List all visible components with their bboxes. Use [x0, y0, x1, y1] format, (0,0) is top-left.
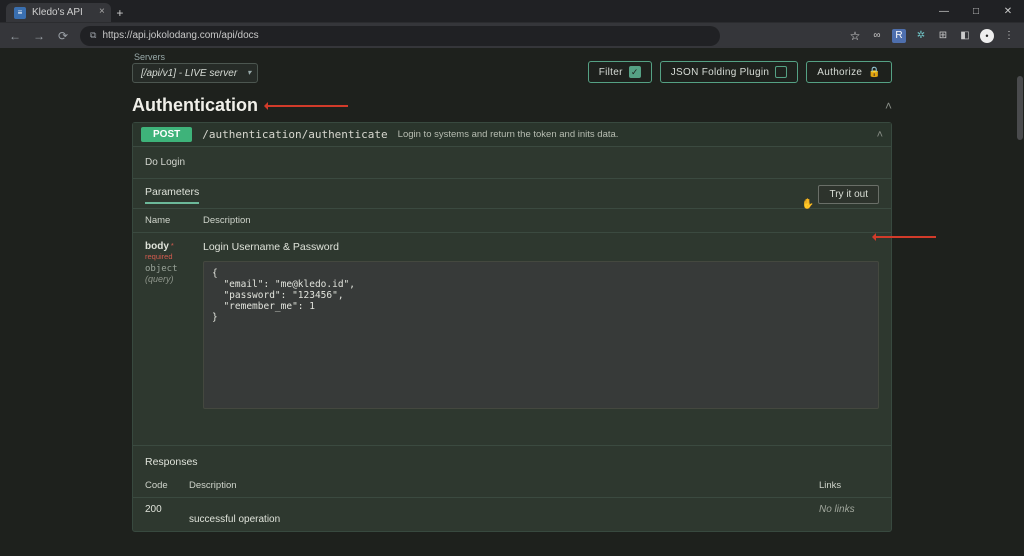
response-links: No links [819, 504, 879, 525]
favicon-icon: ≡ [14, 7, 26, 19]
close-window-icon[interactable]: ✕ [992, 0, 1024, 22]
responses-col-code: Code [145, 480, 189, 491]
annotation-arrow-icon [268, 105, 348, 107]
server-select-value: [/api/v1] - LIVE server [141, 68, 237, 79]
close-tab-icon[interactable]: × [99, 6, 105, 17]
authorize-button[interactable]: Authorize 🔒 [806, 61, 892, 83]
operation-summary[interactable]: POST /authentication/authenticate Login … [133, 123, 891, 147]
servers-label: Servers [134, 52, 258, 62]
responses-heading: Responses [133, 445, 891, 474]
param-type: object [145, 264, 178, 274]
operation-block: POST /authentication/authenticate Login … [132, 122, 892, 532]
extension-controller-icon[interactable]: ∞ [870, 29, 884, 43]
response-desc: successful operation [189, 504, 819, 525]
http-method-badge: POST [141, 127, 192, 142]
param-name: body [145, 241, 169, 252]
url-input[interactable]: ⧉ https://api.jokolodang.com/api/docs [80, 26, 720, 46]
server-select[interactable]: [/api/v1] - LIVE server ▾ [132, 63, 258, 83]
parameters-tab[interactable]: Parameters [145, 186, 199, 204]
response-row: 200 successful operation No links [133, 498, 891, 531]
profile-avatar-icon[interactable]: • [980, 29, 994, 43]
kebab-menu-icon[interactable]: ⋮ [1002, 29, 1016, 43]
filter-check-icon: ✓ [629, 66, 641, 78]
extension-gear-icon[interactable]: ✲ [914, 29, 928, 43]
param-name-cell: body* required object (query) [145, 241, 203, 409]
try-it-out-button[interactable]: Try it out ✋ [818, 185, 879, 204]
browser-title-bar: ≡ Kledo's API × + ― □ ✕ [0, 0, 1024, 22]
window-controls: ― □ ✕ [928, 0, 1024, 22]
response-code: 200 [145, 504, 189, 525]
url-text: https://api.jokolodang.com/api/docs [102, 30, 258, 41]
operation-summary-text: Login to systems and return the token an… [398, 129, 619, 140]
minimize-icon[interactable]: ― [928, 0, 960, 22]
json-folding-toggle[interactable]: JSON Folding Plugin [660, 61, 799, 83]
cursor-pointer-icon: ✋ [801, 199, 813, 210]
column-description: Description [203, 215, 251, 226]
forward-icon[interactable]: → [32, 29, 46, 43]
try-it-out-label: Try it out [829, 189, 868, 200]
maximize-icon[interactable]: □ [960, 0, 992, 22]
operation-collapse-icon[interactable]: ˄ [877, 129, 883, 141]
authorize-label: Authorize [817, 67, 862, 78]
page-viewport: Servers [/api/v1] - LIVE server ▾ Filter… [0, 48, 1024, 556]
address-bar: ← → ⟳ ⧉ https://api.jokolodang.com/api/d… [0, 22, 1024, 48]
responses-col-desc: Description [189, 480, 819, 491]
section-collapse-icon[interactable]: ˄ [885, 99, 892, 113]
scrollbar-thumb[interactable] [1017, 76, 1023, 140]
reload-icon[interactable]: ⟳ [56, 29, 70, 43]
filter-label: Filter [599, 67, 623, 78]
bookmark-icon[interactable]: ☆ [848, 29, 862, 43]
json-folding-check-icon [775, 66, 787, 78]
column-name: Name [145, 215, 203, 226]
operation-note: Do Login [133, 147, 891, 179]
responses-col-links: Links [819, 480, 879, 491]
section-title[interactable]: Authentication [132, 95, 258, 116]
param-description: Login Username & Password [203, 241, 879, 253]
extensions-puzzle-icon[interactable]: ⊞ [936, 29, 950, 43]
new-tab-button[interactable]: + [111, 3, 129, 22]
lock-icon: 🔒 [868, 67, 881, 78]
annotation-arrow-icon [876, 236, 936, 238]
side-panel-icon[interactable]: ◧ [958, 29, 972, 43]
filter-toggle[interactable]: Filter ✓ [588, 61, 652, 83]
param-in: (query) [145, 274, 174, 284]
param-example-body[interactable]: { "email": "me@kledo.id", "password": "1… [203, 261, 879, 409]
tab-title: Kledo's API [32, 7, 83, 18]
json-folding-label: JSON Folding Plugin [671, 67, 770, 78]
back-icon[interactable]: ← [8, 29, 22, 43]
browser-tab[interactable]: ≡ Kledo's API × [6, 3, 111, 22]
site-info-icon[interactable]: ⧉ [90, 30, 96, 41]
extension-react-icon[interactable]: R [892, 29, 906, 43]
operation-path: /authentication/authenticate [202, 128, 387, 141]
chevron-down-icon: ▾ [247, 68, 251, 77]
